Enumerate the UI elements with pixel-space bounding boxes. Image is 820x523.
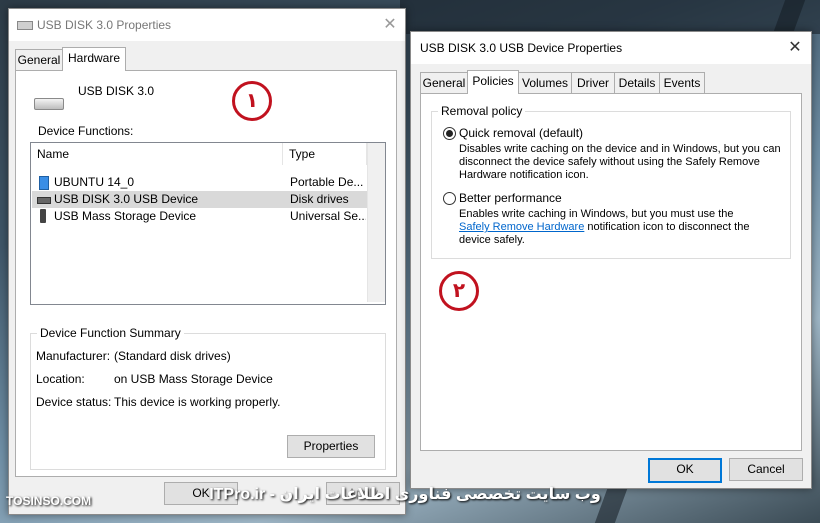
better-performance-label[interactable]: Better performance (459, 191, 562, 205)
safely-remove-hardware-link[interactable]: Safely Remove Hardware (459, 221, 584, 233)
quick-removal-radio[interactable] (443, 127, 456, 140)
list-item[interactable]: UBUNTU 14_0 Portable De... (32, 174, 367, 191)
list-item[interactable]: USB DISK 3.0 USB Device Disk drives (32, 191, 367, 208)
column-type[interactable]: Type (283, 143, 367, 165)
better-performance-radio[interactable] (443, 192, 456, 205)
device-name: USB DISK 3.0 (78, 84, 155, 98)
row-name: USB DISK 3.0 USB Device (54, 192, 199, 206)
properties-button[interactable]: Properties (287, 435, 375, 458)
device-functions-list[interactable]: Name Type UBUNTU 14_0 Portable De... USB… (30, 142, 386, 305)
summary-value: on USB Mass Storage Device (114, 372, 273, 386)
removal-policy-group: Removal policy Quick removal (default) D… (431, 104, 791, 259)
device-functions-label: Device Functions: (38, 124, 134, 138)
background-beam (400, 0, 820, 34)
usb-device-properties-window: USB DISK 3.0 USB Device Properties ✕ Gen… (410, 31, 812, 489)
row-type: Disk drives (290, 192, 349, 206)
list-item[interactable]: USB Mass Storage Device Universal Se... (32, 208, 367, 225)
quick-removal-description: Disables write caching on the device and… (459, 143, 781, 181)
footer-tosinso: TOSINSO.COM (6, 494, 92, 508)
cancel-button[interactable]: Cancel (729, 458, 803, 481)
close-icon[interactable]: ✕ (377, 13, 403, 37)
hardware-panel: USB DISK 3.0 Device Functions: Name Type… (15, 70, 397, 477)
tab-hardware[interactable]: Hardware (62, 47, 126, 71)
summary-value: (Standard disk drives) (114, 349, 231, 363)
footer-itpro: وب سایت تخصصی فناوری اطلاعات ایران - ITP… (209, 486, 601, 503)
summary-key: Location: (36, 372, 85, 386)
usb-plug-icon (40, 209, 46, 223)
summary-value: This device is working properly. (114, 395, 281, 409)
tab-events[interactable]: Events (659, 72, 705, 93)
tab-general[interactable]: General (420, 72, 468, 93)
window-title: USB DISK 3.0 USB Device Properties (420, 41, 623, 55)
summary-key: Device status: (36, 395, 112, 409)
row-type: Portable De... (290, 175, 364, 189)
removal-policy-label: Removal policy (438, 104, 526, 118)
tab-general[interactable]: General (15, 49, 63, 70)
device-function-summary-group: Device Function Summary Manufacturer: (S… (30, 326, 386, 470)
close-icon[interactable]: ✕ (782, 36, 808, 60)
policies-panel: Removal policy Quick removal (default) D… (420, 93, 802, 451)
tab-volumes[interactable]: Volumes (518, 72, 572, 93)
tab-details[interactable]: Details (614, 72, 660, 93)
tab-policies[interactable]: Policies (467, 70, 519, 94)
list-scrollbar[interactable] (367, 143, 385, 302)
summary-title: Device Function Summary (37, 326, 184, 340)
list-header: Name Type (31, 143, 385, 165)
annotation-circle-2: ٢ (439, 271, 479, 311)
summary-key: Manufacturer: (36, 349, 111, 363)
usb-disk-properties-window: USB DISK 3.0 Properties ✕ General Hardwa… (8, 8, 406, 515)
portable-device-icon (39, 176, 49, 190)
tab-driver[interactable]: Driver (571, 72, 615, 93)
ok-button[interactable]: OK (648, 458, 722, 483)
title-bar: USB DISK 3.0 Properties ✕ (9, 9, 405, 41)
column-name[interactable]: Name (31, 143, 283, 165)
title-bar: USB DISK 3.0 USB Device Properties ✕ (411, 32, 811, 64)
annotation-circle-1: ١ (232, 81, 272, 121)
usb-drive-icon (34, 98, 64, 110)
better-performance-description: Enables write caching in Windows, but yo… (459, 208, 750, 246)
row-name: UBUNTU 14_0 (54, 175, 135, 189)
quick-removal-label[interactable]: Quick removal (default) (459, 126, 583, 140)
row-type: Universal Se... (290, 209, 366, 223)
disk-drive-icon (37, 197, 51, 204)
usb-drive-icon (17, 21, 33, 30)
row-name: USB Mass Storage Device (54, 209, 197, 223)
window-title: USB DISK 3.0 Properties (37, 18, 172, 32)
